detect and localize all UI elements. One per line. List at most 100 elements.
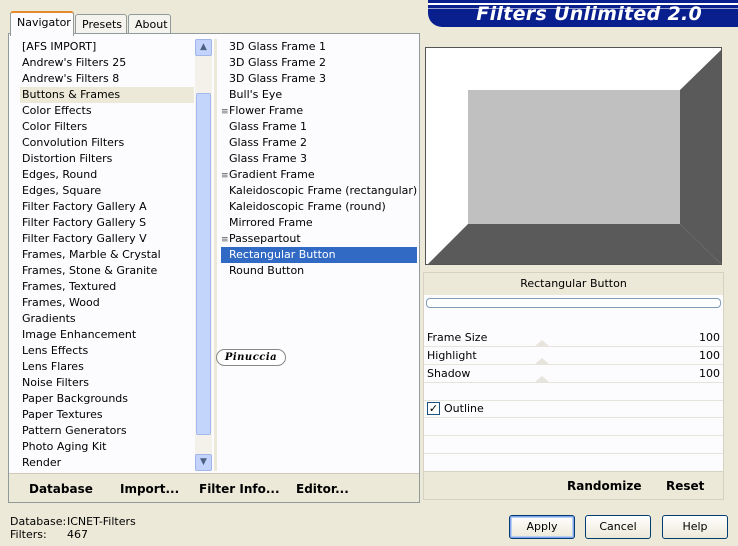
- category-item[interactable]: Edges, Round: [20, 167, 194, 183]
- category-item[interactable]: Color Filters: [20, 119, 194, 135]
- title-banner: Filters Unlimited 2.0: [428, 0, 738, 27]
- slider-marker-icon: [534, 340, 550, 347]
- category-item[interactable]: Frames, Marble & Crystal: [20, 247, 194, 263]
- category-scrollbar[interactable]: ▲ ▼: [195, 39, 212, 471]
- category-item[interactable]: Frames, Textured: [20, 279, 194, 295]
- filter-label: Glass Frame 1: [229, 120, 308, 133]
- param-value: 100: [699, 367, 720, 380]
- param-label: Frame Size: [427, 331, 488, 344]
- filter-preview: [425, 47, 722, 265]
- category-item[interactable]: Color Effects: [20, 103, 194, 119]
- category-item[interactable]: [AFS IMPORT]: [20, 39, 194, 55]
- filter-item[interactable]: Round Button: [221, 263, 417, 279]
- category-item[interactable]: Noise Filters: [20, 375, 194, 391]
- category-item[interactable]: Pattern Generators: [20, 423, 194, 439]
- filter-label: Round Button: [229, 264, 305, 277]
- category-item[interactable]: Convolution Filters: [20, 135, 194, 151]
- outline-label: Outline: [444, 402, 484, 415]
- param-value: 100: [699, 331, 720, 344]
- watermark-pinuccia: Pinuccia: [216, 349, 286, 366]
- apply-button[interactable]: Apply: [509, 515, 575, 539]
- grip-icon: ≡: [221, 107, 229, 117]
- category-item[interactable]: Andrew's Filters 8: [20, 71, 194, 87]
- import-link[interactable]: Import...: [120, 482, 179, 496]
- filter-parameters-panel: Rectangular Button Frame Size 100 Highli…: [423, 272, 724, 500]
- grip-icon: ≡: [221, 171, 229, 181]
- reset-link[interactable]: Reset: [666, 479, 704, 493]
- filter-item[interactable]: ≡Passepartout: [221, 231, 417, 247]
- filter-label: Glass Frame 2: [229, 136, 308, 149]
- tab-presets[interactable]: Presets: [75, 14, 127, 34]
- editor-link[interactable]: Editor...: [296, 482, 349, 496]
- category-item[interactable]: Paper Backgrounds: [20, 391, 194, 407]
- filter-label: Kaleidoscopic Frame (rectangular): [229, 184, 417, 197]
- category-item[interactable]: Buttons & Frames: [20, 87, 194, 103]
- help-button[interactable]: Help: [662, 515, 728, 539]
- filter-label: 3D Glass Frame 3: [229, 72, 327, 85]
- outline-row[interactable]: ✓ Outline: [424, 400, 723, 418]
- filter-item[interactable]: 3D Glass Frame 2: [221, 55, 417, 71]
- category-item[interactable]: Lens Flares: [20, 359, 194, 375]
- preview-image: [426, 48, 721, 264]
- category-item[interactable]: Distortion Filters: [20, 151, 194, 167]
- cancel-button[interactable]: Cancel: [585, 515, 651, 539]
- filter-text-field[interactable]: [426, 298, 721, 308]
- grip-icon: ≡: [221, 235, 229, 245]
- filter-label: Mirrored Frame: [229, 216, 313, 229]
- category-item[interactable]: Lens Effects: [20, 343, 194, 359]
- filter-label: Rectangular Button: [229, 248, 336, 261]
- filter-item[interactable]: Glass Frame 1: [221, 119, 417, 135]
- category-item[interactable]: Filter Factory Gallery S: [20, 215, 194, 231]
- param-empty-row: [424, 454, 723, 472]
- filter-item[interactable]: Rectangular Button: [221, 247, 417, 263]
- status-filters-value: 467: [67, 528, 88, 541]
- scroll-down-button[interactable]: ▼: [195, 454, 212, 471]
- filter-label: 3D Glass Frame 1: [229, 40, 327, 53]
- filter-label: Kaleidoscopic Frame (round): [229, 200, 386, 213]
- category-item[interactable]: Andrew's Filters 25: [20, 55, 194, 71]
- filter-label: Gradient Frame: [229, 168, 315, 181]
- randomize-link[interactable]: Randomize: [567, 479, 641, 493]
- filter-item[interactable]: ≡Flower Frame: [221, 103, 417, 119]
- filter-item[interactable]: Bull's Eye: [221, 87, 417, 103]
- navigator-toolbar: Database Import... Filter Info... Editor…: [9, 473, 419, 502]
- category-item[interactable]: Filter Factory Gallery V: [20, 231, 194, 247]
- category-item[interactable]: Gradients: [20, 311, 194, 327]
- filter-list[interactable]: 3D Glass Frame 1 3D Glass Frame 2 3D Glass…: [221, 39, 417, 299]
- filter-item[interactable]: Glass Frame 2: [221, 135, 417, 151]
- param-frame-size[interactable]: Frame Size 100: [424, 329, 723, 347]
- outline-checkbox[interactable]: ✓: [427, 402, 440, 415]
- tab-about[interactable]: About: [128, 14, 171, 34]
- category-item[interactable]: Render: [20, 455, 194, 471]
- filter-item[interactable]: Glass Frame 3: [221, 151, 417, 167]
- category-item[interactable]: Filter Factory Gallery A: [20, 199, 194, 215]
- filter-item[interactable]: ≡Gradient Frame: [221, 167, 417, 183]
- database-link[interactable]: Database: [29, 482, 93, 496]
- category-list[interactable]: [AFS IMPORT] Andrew's Filters 25 Andrew's …: [20, 39, 194, 471]
- filter-item[interactable]: 3D Glass Frame 1: [221, 39, 417, 55]
- list-divider: [214, 39, 217, 471]
- category-item[interactable]: Photo Aging Kit: [20, 439, 194, 455]
- filter-info-link[interactable]: Filter Info...: [199, 482, 280, 496]
- param-empty-row: [424, 418, 723, 436]
- param-label: Highlight: [427, 349, 477, 362]
- category-item[interactable]: Frames, Wood: [20, 295, 194, 311]
- filter-item[interactable]: 3D Glass Frame 3: [221, 71, 417, 87]
- filter-item[interactable]: Kaleidoscopic Frame (round): [221, 199, 417, 215]
- filter-name-title: Rectangular Button: [424, 273, 723, 295]
- param-highlight[interactable]: Highlight 100: [424, 347, 723, 365]
- param-empty-row: [424, 383, 723, 401]
- param-shadow[interactable]: Shadow 100: [424, 365, 723, 383]
- category-item[interactable]: Paper Textures: [20, 407, 194, 423]
- category-item[interactable]: Frames, Stone & Granite: [20, 263, 194, 279]
- tab-navigator[interactable]: Navigator: [10, 11, 74, 36]
- category-item[interactable]: Edges, Square: [20, 183, 194, 199]
- scroll-thumb[interactable]: [196, 93, 211, 435]
- param-empty-row: [424, 436, 723, 454]
- filter-item[interactable]: Mirrored Frame: [221, 215, 417, 231]
- filter-label: Passepartout: [229, 232, 301, 245]
- param-value: 100: [699, 349, 720, 362]
- scroll-up-button[interactable]: ▲: [195, 39, 212, 56]
- category-item[interactable]: Image Enhancement: [20, 327, 194, 343]
- filter-item[interactable]: Kaleidoscopic Frame (rectangular): [221, 183, 417, 199]
